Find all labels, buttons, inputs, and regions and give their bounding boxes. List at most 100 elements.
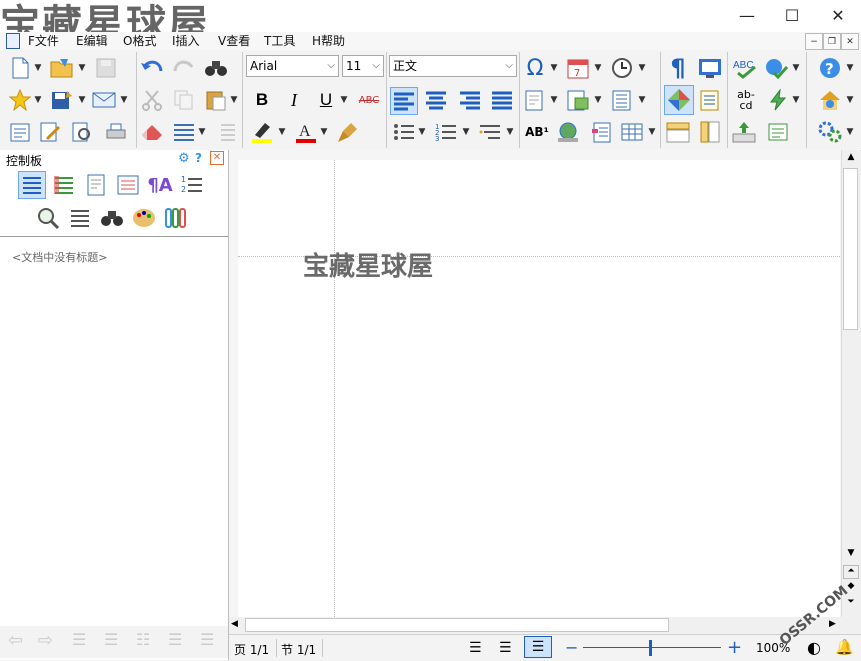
chevron-down-icon[interactable]: ▼ (418, 120, 426, 144)
insert-table-icon[interactable] (620, 120, 644, 144)
font-styles-icon[interactable]: ¶A (147, 173, 172, 197)
horizontal-ruler-icon[interactable] (666, 120, 690, 144)
page-view-icon[interactable]: ☰ (524, 636, 552, 658)
superscript-button[interactable]: AB¹ (523, 120, 551, 144)
align-left-icon[interactable] (390, 87, 418, 115)
styles-list-icon[interactable] (52, 173, 76, 197)
scroll-right-icon[interactable]: ▶ (829, 619, 836, 629)
menu-format[interactable]: O格式 (121, 32, 158, 50)
bell-notification-icon[interactable]: 🔔 (835, 638, 854, 656)
page-layout-diamond-icon[interactable] (664, 85, 694, 115)
color-palette-icon[interactable] (132, 206, 156, 230)
copy-icon[interactable] (172, 88, 196, 112)
chevron-down-icon[interactable]: ▼ (648, 120, 656, 144)
chevron-down-icon[interactable]: ▼ (34, 56, 42, 80)
chevron-down-icon[interactable]: ▼ (198, 120, 206, 144)
chevron-down-icon[interactable]: ▼ (846, 56, 854, 80)
insert-image-icon[interactable] (566, 88, 590, 112)
menu-tools[interactable]: T工具 (262, 32, 297, 50)
chevron-down-icon[interactable]: ▼ (638, 56, 646, 80)
vertical-ruler-icon[interactable] (698, 120, 722, 144)
promote-icon[interactable]: ☷ (136, 630, 150, 649)
show-formatting-pilcrow-icon[interactable]: ¶ (666, 54, 690, 82)
hyperlink-globe-icon[interactable] (556, 120, 580, 144)
chevron-down-icon[interactable]: ▼ (846, 120, 854, 144)
back-arrow-icon[interactable]: ⇦ (8, 630, 23, 651)
find-replace-binoculars-icon[interactable] (100, 206, 124, 230)
chevron-down-icon[interactable]: ▼ (594, 56, 602, 80)
demote-icon[interactable]: ☰ (168, 630, 182, 649)
edit-document-icon[interactable] (38, 120, 62, 144)
document-page[interactable]: 宝藏星球屋 (238, 160, 840, 617)
multilevel-list-icon[interactable] (478, 120, 502, 144)
time-clock-icon[interactable] (610, 56, 634, 80)
open-folder-icon[interactable] (50, 56, 74, 80)
remove-item-icon[interactable]: ☰ (104, 630, 118, 649)
forward-arrow-icon[interactable]: ⇨ (38, 630, 53, 651)
fullscreen-icon[interactable] (698, 56, 722, 80)
find-binoculars-icon[interactable] (204, 56, 228, 80)
form-field-icon[interactable] (766, 120, 790, 144)
bullet-list-icon[interactable] (392, 120, 416, 144)
format-painter-brush-icon[interactable] (336, 120, 360, 144)
insert-page-icon[interactable] (523, 88, 547, 112)
eraser-icon[interactable] (140, 120, 164, 144)
chevron-down-icon[interactable]: ▼ (506, 120, 514, 144)
previous-page-icon[interactable]: ⏶ (843, 565, 859, 579)
panel-settings-gear-icon[interactable]: ⚙ (178, 151, 190, 166)
new-document-icon[interactable] (8, 56, 32, 80)
numbered-list-icon[interactable]: 123 (434, 120, 458, 144)
mdi-minimize-button[interactable]: − (805, 33, 823, 50)
chevron-down-icon[interactable]: ▼ (78, 56, 86, 80)
lightning-macro-icon[interactable] (766, 88, 790, 112)
chevron-down-icon[interactable]: ▼ (550, 88, 558, 112)
web-view-icon[interactable]: ☰ (499, 640, 512, 656)
chevron-down-icon[interactable]: ▼ (340, 88, 348, 112)
date-calendar-icon[interactable]: 7 (566, 56, 590, 80)
bookmark-page-icon[interactable] (590, 120, 614, 144)
chevron-down-icon[interactable]: ▼ (230, 88, 238, 112)
search-zoom-icon[interactable] (36, 206, 60, 230)
menu-help[interactable]: H帮助 (310, 32, 347, 50)
chevron-down-icon[interactable]: ▼ (792, 56, 800, 80)
panel-close-icon[interactable]: ✕ (210, 151, 224, 165)
print-preview-icon[interactable] (70, 120, 94, 144)
italic-button[interactable]: I (282, 88, 306, 112)
chevron-down-icon[interactable]: ▼ (550, 56, 558, 80)
redo-icon[interactable] (172, 56, 196, 80)
help-question-icon[interactable]: ? (818, 56, 842, 80)
chevron-down-icon[interactable]: ▼ (462, 120, 470, 144)
paste-icon[interactable] (204, 88, 228, 112)
chevron-down-icon[interactable]: ▼ (120, 88, 128, 112)
zoom-out-button[interactable]: − (565, 638, 578, 657)
hyphenation-icon[interactable]: ab-cd (732, 86, 760, 114)
chevron-down-icon[interactable]: ▼ (34, 88, 42, 112)
collapse-icon[interactable]: ☰ (200, 630, 214, 649)
paragraph-lines-icon[interactable] (172, 120, 196, 144)
clips-attachment-icon[interactable] (164, 206, 188, 230)
mdi-close-button[interactable]: ✕ (841, 33, 859, 50)
scroll-up-icon[interactable]: ▲ (843, 152, 859, 166)
upload-keyboard-icon[interactable] (732, 120, 756, 144)
chevron-down-icon[interactable]: ▼ (792, 88, 800, 112)
symbol-omega-icon[interactable]: Ω (523, 56, 547, 81)
bold-button[interactable]: B (250, 88, 274, 112)
chevron-down-icon[interactable]: ▼ (846, 88, 854, 112)
close-button[interactable]: ✕ (815, 0, 861, 30)
print-icon[interactable] (104, 120, 128, 144)
draft-view-icon[interactable]: ☰ (469, 640, 482, 656)
mdi-restore-button[interactable]: ❐ (823, 33, 841, 50)
scroll-left-icon[interactable]: ◀ (231, 619, 238, 629)
underline-button[interactable]: U (314, 88, 338, 112)
maximize-button[interactable]: ☐ (769, 0, 815, 30)
favorites-star-icon[interactable] (8, 88, 32, 112)
horizontal-scroll-thumb[interactable] (245, 618, 669, 632)
comments-list-icon[interactable] (116, 173, 140, 197)
align-center-icon[interactable] (424, 88, 448, 112)
zoom-slider-thumb[interactable] (649, 640, 652, 656)
translate-globe-icon[interactable] (764, 56, 788, 80)
align-right-icon[interactable] (458, 88, 482, 112)
scroll-down-icon[interactable]: ▼ (843, 548, 859, 562)
insert-text-block-icon[interactable] (610, 88, 634, 112)
menu-insert[interactable]: I插入 (170, 32, 202, 50)
